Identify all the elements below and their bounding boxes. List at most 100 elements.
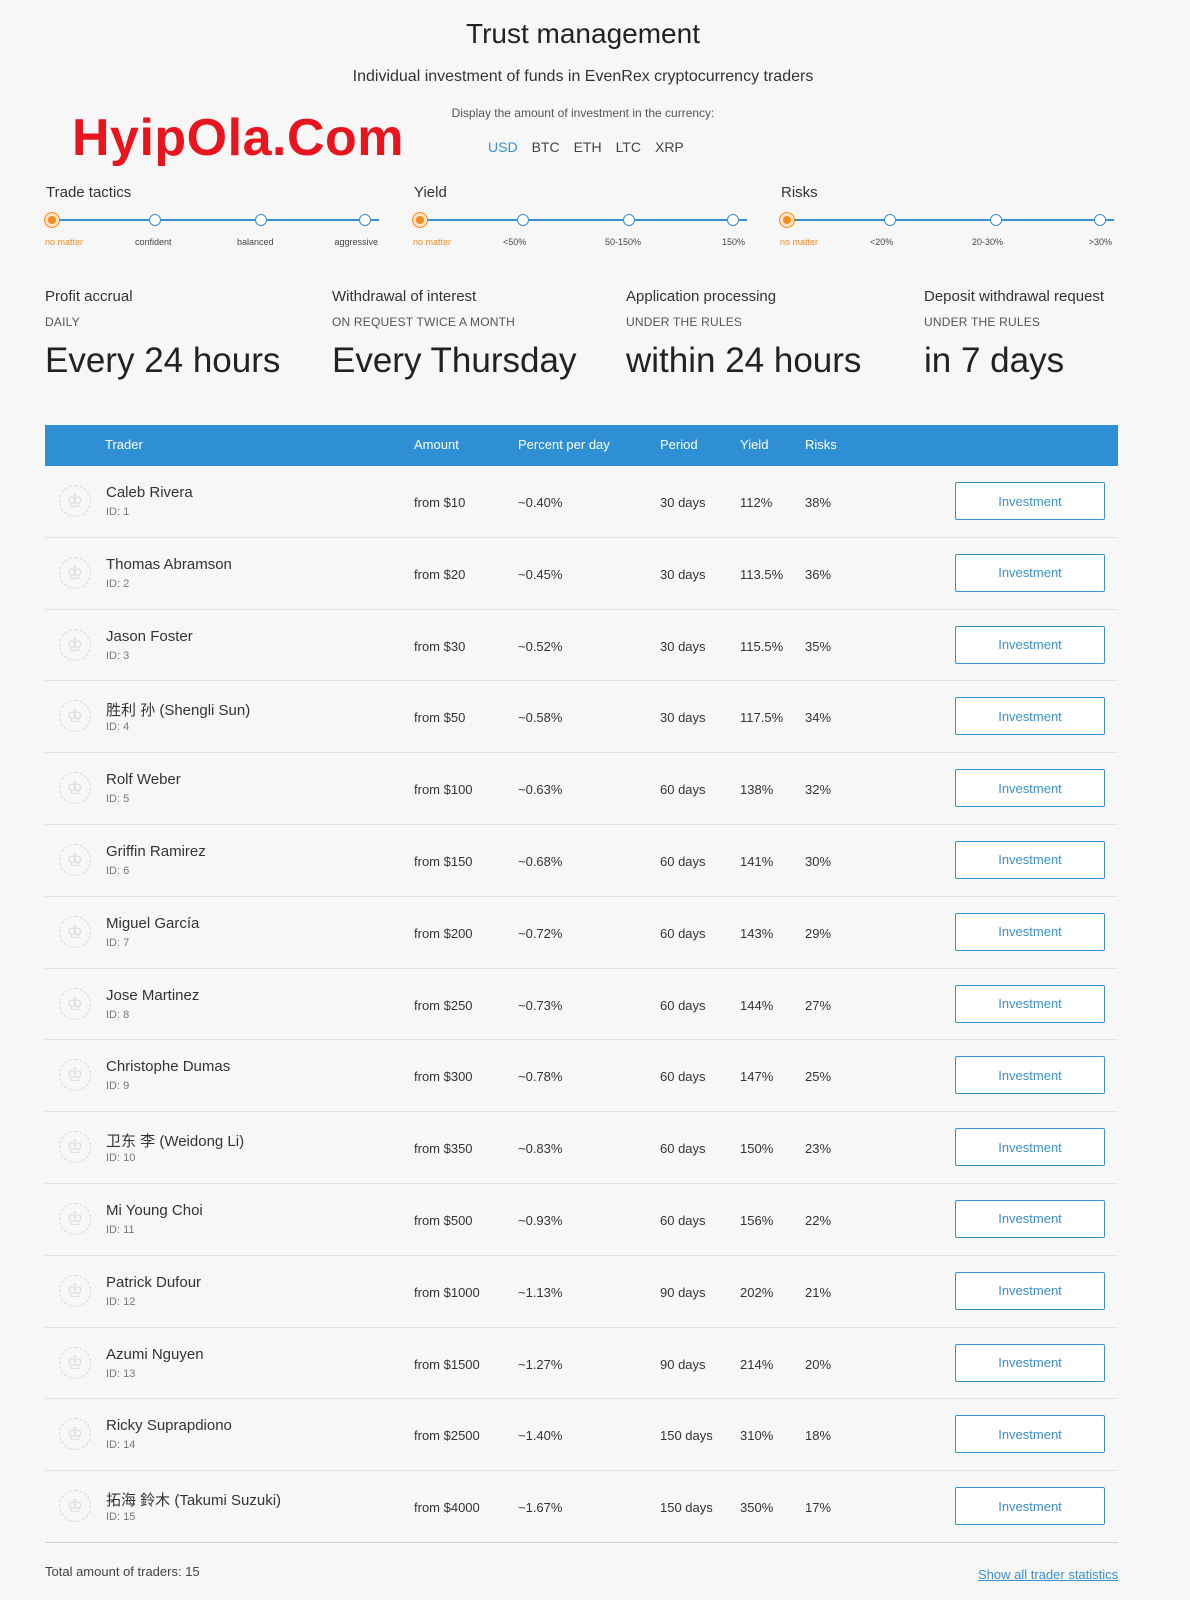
slider-option-label[interactable]: aggressive (334, 237, 378, 247)
cell-amount: from $300 (414, 1069, 473, 1085)
total-count: 15 (185, 1564, 200, 1579)
investment-button[interactable]: Investment (955, 1487, 1105, 1526)
investment-button[interactable]: Investment (955, 912, 1105, 951)
slider-option-label[interactable]: 20-30% (972, 237, 1003, 247)
avatar-icon: ♔ (59, 915, 91, 948)
slider-stop[interactable] (727, 214, 739, 226)
table-row: ♔ 胜利 孙 (Shengli Sun) ID: 4 from $50 ~0.58% 30… (45, 681, 1118, 754)
trader-name: 卫东 李 (Weidong Li) (106, 1133, 245, 1151)
avatar-icon: ♔ (59, 1418, 91, 1451)
slider-option-label[interactable]: <20% (870, 237, 893, 247)
cell-percent: ~1.67% (518, 1500, 563, 1516)
trader-id: ID: 10 (106, 1152, 136, 1165)
table-row: ♔ 卫东 李 (Weidong Li) ID: 10 from $350 ~0.83% 6… (45, 1112, 1118, 1184)
trader-name: Thomas Abramson (106, 555, 232, 573)
cell-risks: 25% (805, 1069, 832, 1085)
cell-risks: 38% (805, 495, 832, 510)
filter-slider[interactable] (780, 211, 1120, 231)
slider-option-label[interactable]: confident (135, 237, 172, 247)
cell-percent: ~1.13% (518, 1284, 563, 1300)
investment-button[interactable]: Investment (955, 1199, 1105, 1238)
slider-stop[interactable] (990, 214, 1002, 226)
stat-deposit-withdrawal: Deposit withdrawal request UNDER THE RULE… (924, 288, 1104, 381)
avatar-icon: ♔ (59, 485, 91, 517)
investment-button[interactable]: Investment (955, 1271, 1105, 1310)
currency-xrp[interactable]: XRP (655, 139, 684, 155)
slider-stop[interactable] (255, 214, 267, 226)
stat-value: within 24 hours (626, 341, 862, 380)
investment-button[interactable]: Investment (955, 553, 1105, 592)
cell-amount: from $200 (414, 925, 473, 941)
slider-handle[interactable] (780, 213, 794, 227)
investment-button[interactable]: Investment (955, 1056, 1105, 1095)
slider-option-label[interactable]: >30% (1089, 237, 1112, 247)
slider-handle[interactable] (45, 213, 59, 227)
cell-yield: 214% (740, 1356, 774, 1372)
trader-name: Miguel García (106, 914, 200, 932)
trader-name: Azumi Nguyen (106, 1345, 204, 1363)
cell-amount: from $500 (414, 1212, 473, 1228)
trader-name: Griffin Ramirez (106, 842, 206, 860)
slider-stop[interactable] (149, 214, 161, 226)
avatar-icon: ♔ (59, 1490, 91, 1523)
slider-option-label[interactable]: no matter (45, 237, 83, 247)
slider-option-label[interactable]: no matter (413, 237, 451, 247)
cell-period: 150 days (660, 1428, 713, 1444)
slider-option-label[interactable]: no matter (780, 237, 818, 247)
trader-name: 胜利 孙 (Shengli Sun) (106, 702, 251, 720)
investment-button[interactable]: Investment (955, 984, 1105, 1023)
cell-percent: ~1.27% (518, 1356, 563, 1372)
investment-button[interactable]: Investment (955, 1128, 1105, 1167)
slider-stop[interactable] (884, 214, 896, 226)
avatar-icon: ♔ (59, 843, 91, 876)
currency-usd[interactable]: USD (488, 139, 518, 155)
cell-yield: 310% (740, 1428, 774, 1444)
stat-value: in 7 days (924, 341, 1065, 380)
investment-button[interactable]: Investment (955, 697, 1105, 736)
trader-name: 拓海 鈴木 (Takumi Suzuki) (106, 1492, 282, 1510)
trader-id: ID: 13 (106, 1367, 136, 1380)
stat-label: Deposit withdrawal request (924, 288, 1105, 305)
slider-stop[interactable] (623, 214, 635, 226)
cell-percent: ~0.40% (518, 495, 563, 510)
trader-id: ID: 11 (106, 1223, 135, 1236)
cell-yield: 350% (740, 1500, 774, 1516)
trader-name: Jose Martinez (106, 986, 200, 1004)
slider-stop[interactable] (359, 214, 371, 226)
filter-slider[interactable] (413, 211, 753, 231)
slider-option-label[interactable]: 50-150% (605, 237, 641, 247)
currency-eth[interactable]: ETH (574, 139, 602, 155)
cell-period: 60 days (660, 925, 706, 941)
investment-button[interactable]: Investment (955, 1343, 1105, 1382)
filter-slider[interactable] (45, 211, 385, 231)
investment-button[interactable]: Investment (955, 1415, 1105, 1454)
currency-btc[interactable]: BTC (532, 139, 560, 155)
avatar-icon: ♔ (59, 1059, 91, 1092)
cell-percent: ~0.52% (518, 638, 563, 654)
trader-id: ID: 4 (106, 721, 130, 734)
cell-percent: ~0.72% (518, 925, 563, 941)
currency-ltc[interactable]: LTC (616, 139, 641, 155)
slider-option-label[interactable]: <50% (503, 237, 526, 247)
cell-percent: ~0.68% (518, 853, 563, 869)
investment-button[interactable]: Investment (955, 840, 1105, 879)
investment-button[interactable]: Investment (955, 482, 1105, 520)
cell-amount: from $20 (414, 566, 466, 582)
avatar-icon: ♔ (59, 1131, 91, 1164)
show-all-statistics-link[interactable]: Show all trader statistics (978, 1567, 1118, 1582)
slider-option-label[interactable]: balanced (237, 237, 274, 247)
slider-handle[interactable] (413, 213, 427, 227)
avatar-icon: ♔ (59, 772, 91, 805)
investment-button[interactable]: Investment (955, 625, 1105, 664)
cell-period: 150 days (660, 1500, 713, 1516)
stat-application-processing: Application processing UNDER THE RULES wit… (626, 288, 861, 381)
slider-option-label[interactable]: 150% (722, 237, 745, 247)
page-title: Trust management (466, 18, 700, 49)
cell-risks: 23% (805, 1141, 832, 1157)
trader-name: Jason Foster (106, 627, 193, 645)
cell-amount: from $250 (414, 997, 473, 1013)
investment-button[interactable]: Investment (955, 769, 1105, 808)
slider-stop[interactable] (1094, 214, 1106, 226)
cell-percent: ~0.58% (518, 710, 563, 726)
slider-stop[interactable] (517, 214, 529, 226)
